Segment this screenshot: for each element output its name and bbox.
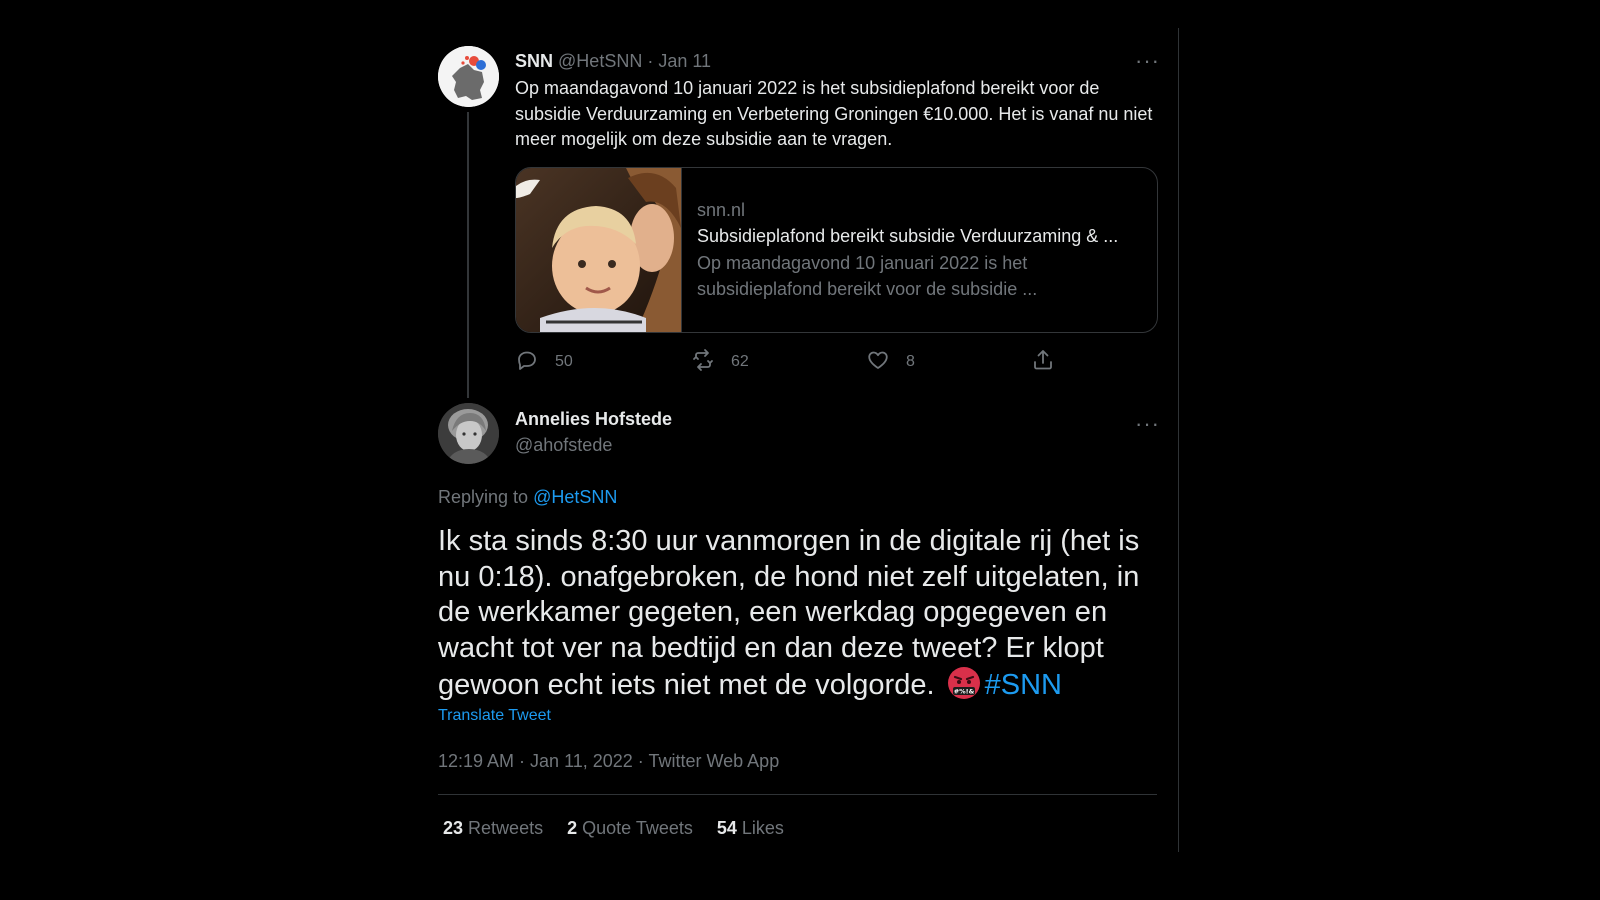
replying-to: Replying to @HetSNN — [438, 485, 617, 509]
share-icon — [1031, 348, 1055, 377]
like-action[interactable]: 8 — [866, 347, 915, 377]
card-thumbnail — [516, 168, 682, 332]
retweets-stat[interactable]: 23 Retweets — [443, 816, 543, 840]
reply-more-icon[interactable]: ··· — [1135, 413, 1160, 435]
parent-more-icon[interactable]: ··· — [1135, 50, 1160, 72]
parent-tweet-date[interactable]: Jan 11 — [658, 51, 711, 71]
like-count: 8 — [906, 353, 915, 370]
reply-action[interactable]: 50 — [515, 347, 573, 377]
retweet-action[interactable]: 62 — [691, 347, 749, 377]
hashtag-link[interactable]: #SNN — [985, 669, 1062, 701]
annelies-avatar[interactable] — [438, 403, 499, 464]
card-domain: snn.nl — [697, 200, 746, 220]
replying-handle-link[interactable]: @HetSNN — [533, 487, 617, 507]
retweet-count: 62 — [731, 353, 749, 370]
parent-author-handle[interactable]: @HetSNN — [558, 51, 642, 71]
snn-avatar[interactable] — [438, 46, 499, 107]
retweet-icon — [691, 348, 715, 377]
translate-tweet-link[interactable]: Translate Tweet — [438, 707, 551, 725]
card-description-line-1: Op maandagavond 10 januari 2022 is het — [697, 253, 1028, 273]
retweets-count: 23 — [443, 818, 464, 838]
likes-count: 54 — [716, 818, 737, 838]
timeline-border — [1178, 28, 1179, 852]
face-with-symbols-icon: #%!& — [947, 666, 981, 700]
reply-count: 50 — [555, 353, 573, 370]
parent-tweet-text: Op maandagavond 10 januari 2022 is het s… — [515, 78, 1153, 149]
stats-divider — [438, 794, 1157, 795]
link-card[interactable]: snn.nl Subsidieplafond bereikt subsidie … — [515, 167, 1158, 333]
likes-stat[interactable]: 54 Likes — [717, 816, 784, 840]
reply-tweet-text: Ik sta sinds 8:30 uur vanmorgen in de di… — [438, 524, 1158, 704]
like-icon — [866, 348, 890, 377]
thread-line — [467, 112, 469, 398]
retweets-label: Retweets — [468, 818, 544, 838]
parent-author-name[interactable]: SNN — [515, 51, 553, 71]
emoji-symbols: #%!& — [953, 687, 974, 695]
header-separator: · — [647, 51, 654, 71]
tweet-stats: 23 Retweets 2 Quote Tweets 54 Likes — [443, 816, 784, 840]
quote-tweets-count: 2 — [567, 818, 578, 838]
replying-prefix: Replying to — [438, 487, 529, 507]
card-title: Subsidieplafond bereikt subsidie Verduur… — [697, 226, 1119, 246]
share-action[interactable] — [1031, 347, 1055, 377]
quote-tweets-stat[interactable]: 2 Quote Tweets — [567, 816, 693, 840]
quote-tweets-label: Quote Tweets — [582, 818, 693, 838]
parent-tweet-header: SNN @HetSNN · Jan 11 — [515, 49, 711, 73]
tweet-meta[interactable]: 12:19 AM · Jan 11, 2022 · Twitter Web Ap… — [438, 749, 779, 773]
reply-author-handle[interactable]: @ahofstede — [515, 433, 612, 457]
likes-label: Likes — [741, 818, 784, 838]
reply-author-name[interactable]: Annelies Hofstede — [515, 407, 672, 431]
card-description-line-2: subsidieplafond bereikt voor de subsidie… — [697, 279, 1038, 299]
reply-icon — [515, 348, 539, 377]
